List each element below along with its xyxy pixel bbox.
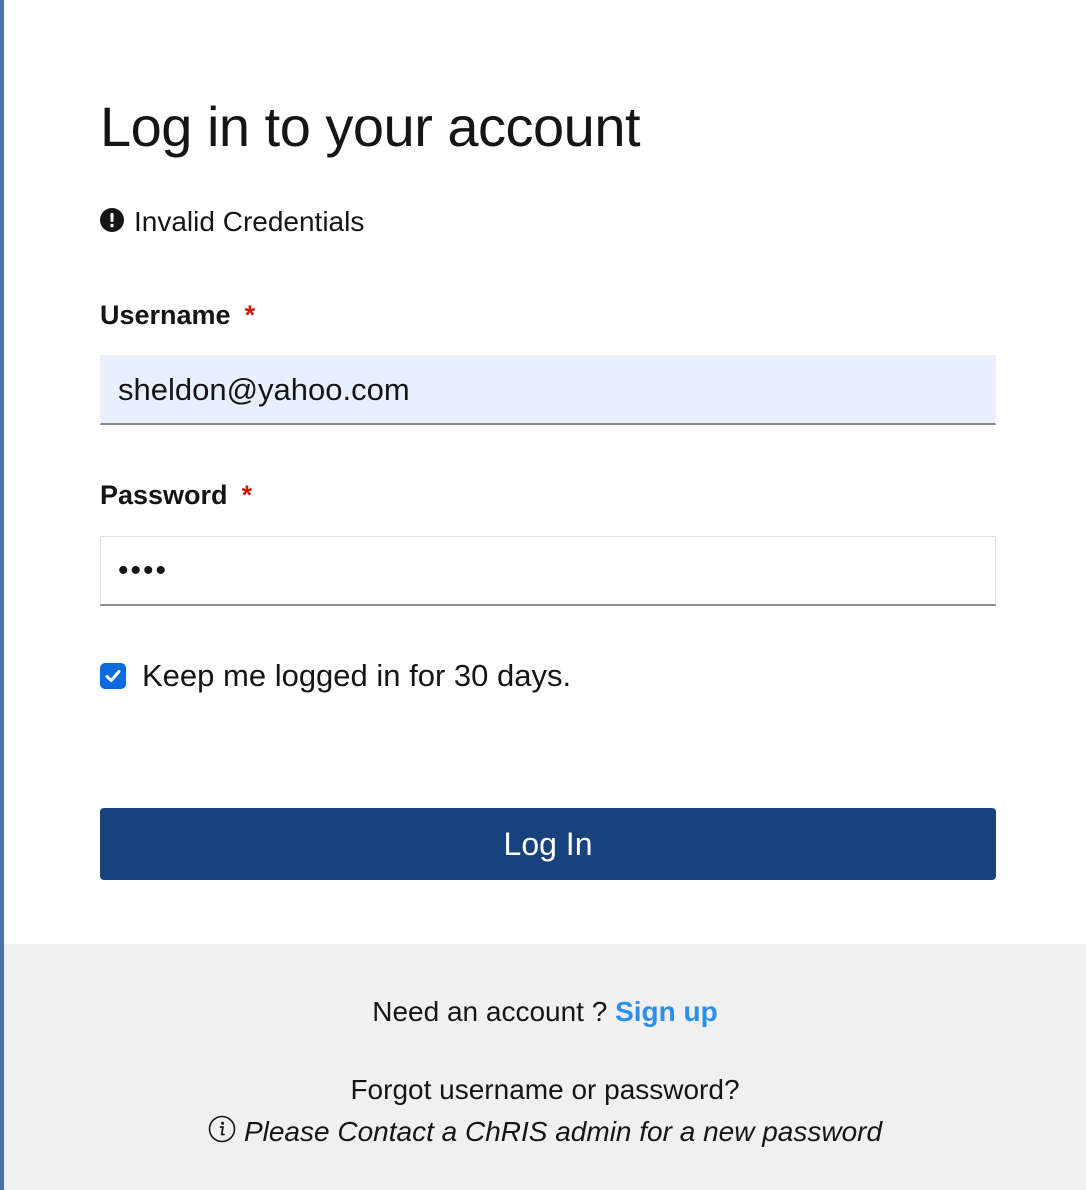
password-label-text: Password bbox=[100, 480, 228, 510]
signup-row: Need an account ? Sign up bbox=[4, 996, 1086, 1028]
login-button[interactable]: Log In bbox=[100, 808, 996, 880]
username-label: Username * bbox=[100, 300, 255, 331]
login-footer: Need an account ? Sign up Forgot usernam… bbox=[4, 944, 1086, 1190]
login-page: Log in to your account Invalid Credentia… bbox=[0, 0, 1086, 1190]
contact-admin-row: Please Contact a ChRIS admin for a new p… bbox=[4, 1115, 1086, 1148]
username-label-text: Username bbox=[100, 300, 231, 330]
signup-link[interactable]: Sign up bbox=[615, 996, 718, 1027]
forgot-credentials-text: Forgot username or password? bbox=[350, 1074, 740, 1105]
password-label: Password * bbox=[100, 480, 252, 511]
remember-me-checkbox[interactable] bbox=[100, 663, 126, 689]
error-message: Invalid Credentials bbox=[134, 206, 365, 237]
info-circle-icon bbox=[208, 1115, 236, 1143]
contact-admin-text: Please Contact a ChRIS admin for a new p… bbox=[243, 1116, 883, 1147]
need-account-text: Need an account ? bbox=[372, 996, 608, 1027]
error-alert: Invalid Credentials bbox=[100, 206, 364, 238]
remember-me-row: Keep me logged in for 30 days. bbox=[100, 658, 571, 694]
checkmark-icon bbox=[105, 670, 121, 682]
page-title: Log in to your account bbox=[100, 95, 641, 158]
login-card: Log in to your account Invalid Credentia… bbox=[4, 0, 1086, 944]
password-required-marker: * bbox=[241, 480, 253, 510]
password-input[interactable] bbox=[100, 536, 996, 606]
username-input[interactable] bbox=[100, 355, 996, 425]
username-required-marker: * bbox=[244, 300, 256, 330]
remember-me-label[interactable]: Keep me logged in for 30 days. bbox=[142, 658, 571, 694]
exclamation-circle-icon bbox=[100, 207, 124, 232]
